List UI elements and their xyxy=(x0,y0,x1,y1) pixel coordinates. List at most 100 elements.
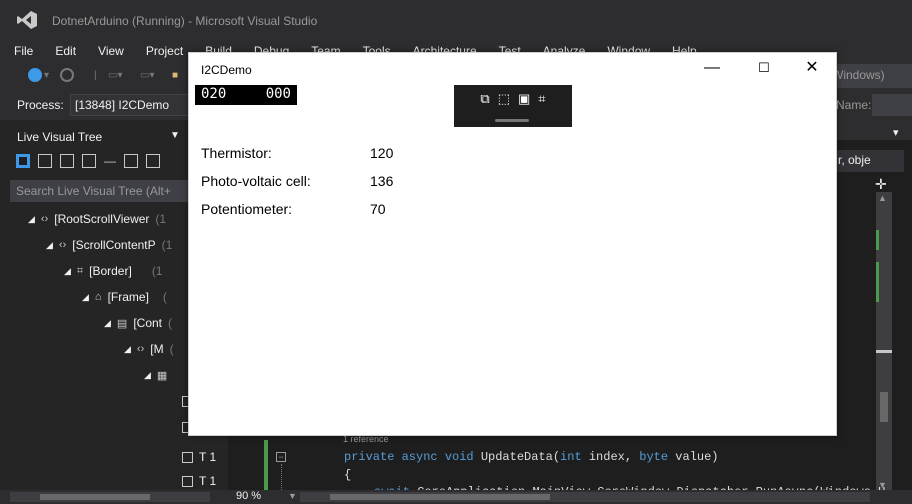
tree-item-label: [ScrollContentP xyxy=(72,238,156,252)
display-layout-adorners-icon[interactable]: ▣ xyxy=(518,92,530,106)
name-input[interactable] xyxy=(872,94,912,116)
vs-logo-icon xyxy=(17,11,37,29)
expand-triangle-icon[interactable]: ◢ xyxy=(144,370,151,381)
expand-triangle-icon[interactable]: ◢ xyxy=(82,292,89,303)
tree-item-grid[interactable]: ◢ ▦ xyxy=(144,364,167,386)
collapse-icon[interactable]: − xyxy=(276,452,286,462)
preview-selection-icon[interactable] xyxy=(38,154,52,168)
back-dropdown-icon[interactable]: ▾ xyxy=(44,70,49,81)
tree-item-label: [RootScrollViewer xyxy=(54,212,150,226)
code-line-signature: private async void UpdateData(int index,… xyxy=(344,450,719,464)
code-param-value: value) xyxy=(675,450,719,464)
go-to-live-visual-tree-icon[interactable]: ⧉ xyxy=(480,92,489,106)
code-param-index: index, xyxy=(588,450,633,464)
scroll-position-marker xyxy=(876,350,892,353)
reading-label: Thermistor: xyxy=(201,145,272,161)
tree-item-label: [Border] xyxy=(89,264,132,278)
tree-item-frame[interactable]: ◢ ⌂ [Frame] ( xyxy=(82,286,167,308)
expand-triangle-icon[interactable]: ◢ xyxy=(124,344,131,355)
tree-item-count: ( xyxy=(162,290,167,304)
reading-label: Potentiometer: xyxy=(201,201,293,217)
process-label: Process: xyxy=(17,98,64,112)
tree-item-label: T 1 xyxy=(199,450,217,464)
menu-view[interactable]: View xyxy=(98,40,124,62)
tree-item-scroll-content-presenter[interactable]: ◢ ‹› [ScrollContentP (1 xyxy=(46,234,172,256)
element-icon: ‹› xyxy=(58,239,67,251)
code-method-name: UpdateData( xyxy=(480,450,561,464)
maximize-icon[interactable]: ☐ xyxy=(747,57,781,81)
enable-selection-icon[interactable] xyxy=(16,154,30,168)
zoom-level[interactable]: 90 % xyxy=(236,490,261,502)
track-focus-icon[interactable] xyxy=(82,154,96,168)
live-visual-tree-toolbar: — xyxy=(16,150,160,172)
minimize-icon[interactable]: — xyxy=(695,57,729,81)
code-line-brace: { xyxy=(344,468,352,482)
tree-item-textblock[interactable]: T 1 xyxy=(182,470,216,492)
app-window-title: I2CDemo xyxy=(201,63,252,77)
border-icon: ⌗ xyxy=(76,264,84,277)
back-icon[interactable] xyxy=(28,68,42,82)
zoom-dropdown-icon[interactable]: ▼ xyxy=(288,491,297,501)
expand-triangle-icon[interactable]: ◢ xyxy=(104,318,111,329)
grid-icon: ▦ xyxy=(156,369,168,382)
app-window: I2CDemo — ☐ ✕ 020 000 ⧉ ⬚ ▣ ⌗ Thermistor… xyxy=(188,52,837,436)
tree-item-label: [M xyxy=(150,342,164,356)
menu-file[interactable]: File xyxy=(14,40,33,62)
reading-value: 120 xyxy=(370,145,394,161)
editor-scroll-thumb[interactable] xyxy=(880,392,888,422)
forward-icon[interactable] xyxy=(60,68,74,82)
tree-item-count: (1 xyxy=(151,264,163,278)
code-type-int: int xyxy=(560,450,582,464)
tree-scroll-thumb[interactable] xyxy=(40,494,150,500)
new-project-icon[interactable]: ▭▾ xyxy=(108,70,122,81)
track-focus-icon[interactable]: ⌗ xyxy=(538,92,545,106)
textblock-icon xyxy=(182,451,193,463)
tree-item-content[interactable]: ◢ ▤ [Cont ( xyxy=(104,312,172,334)
tree-item-textblock[interactable]: T 1 xyxy=(182,446,216,468)
tree-item-border[interactable]: ◢ ⌗ [Border] (1 xyxy=(64,260,162,282)
scroll-up-icon[interactable]: ▲ xyxy=(878,193,887,203)
members-combo[interactable]: r, obje xyxy=(836,150,904,172)
show-just-my-xaml-icon[interactable] xyxy=(124,154,138,168)
quick-launch-search[interactable]: Windows) xyxy=(826,64,912,88)
open-folder-icon[interactable]: ■ xyxy=(172,70,178,81)
right-panel-header xyxy=(836,120,912,140)
element-icon: ‹› xyxy=(40,213,49,225)
display-layout-adorners-icon[interactable] xyxy=(60,154,74,168)
reading-value: 136 xyxy=(370,173,394,189)
select-element-icon[interactable]: ⬚ xyxy=(498,92,510,106)
change-marker xyxy=(876,230,879,250)
code-keywords: private async void xyxy=(344,450,474,464)
show-properties-icon[interactable] xyxy=(146,154,160,168)
tree-item-root-scroll-viewer[interactable]: ◢ ‹› [RootScrollViewer (1 xyxy=(28,208,166,230)
content-icon: ▤ xyxy=(116,317,128,330)
collapse-all-icon[interactable]: — xyxy=(104,154,116,168)
add-item-icon[interactable]: ▭▾ xyxy=(140,70,154,81)
frame-rate-counter: 020 000 xyxy=(195,85,297,105)
process-combo[interactable]: [13848] I2CDemo xyxy=(70,94,190,116)
change-marker xyxy=(876,262,879,302)
toolbar-separator: | xyxy=(94,70,97,81)
expand-triangle-icon[interactable]: ◢ xyxy=(46,240,53,251)
close-icon[interactable]: ✕ xyxy=(795,57,829,81)
tree-item-count: ( xyxy=(169,342,174,356)
tree-item-main-page[interactable]: ◢ ‹› [M ( xyxy=(124,338,174,360)
textblock-icon xyxy=(182,475,193,487)
debug-toolbar-grip[interactable] xyxy=(495,119,529,122)
frame-rate-left: 020 xyxy=(201,86,227,102)
panel-menu-icon[interactable]: ▼ xyxy=(170,130,180,141)
code-type-byte: byte xyxy=(639,450,669,464)
expand-icon[interactable]: ✛ xyxy=(875,176,887,193)
tree-item-label: [Frame] xyxy=(107,290,149,304)
menu-edit[interactable]: Edit xyxy=(55,40,76,62)
menu-project[interactable]: Project xyxy=(146,40,183,62)
expand-triangle-icon[interactable]: ◢ xyxy=(64,266,71,277)
window-title: DotnetArduino (Running) - Microsoft Visu… xyxy=(52,14,318,28)
pin-icon[interactable]: ▾ xyxy=(893,126,899,139)
editor-horizontal-thumb[interactable] xyxy=(330,494,550,500)
tree-item-label: [Cont xyxy=(133,316,163,330)
expand-triangle-icon[interactable]: ◢ xyxy=(28,214,35,225)
tree-item-count: (1 xyxy=(161,238,173,252)
tree-item-count: ( xyxy=(168,316,173,330)
reading-value: 70 xyxy=(370,201,386,217)
